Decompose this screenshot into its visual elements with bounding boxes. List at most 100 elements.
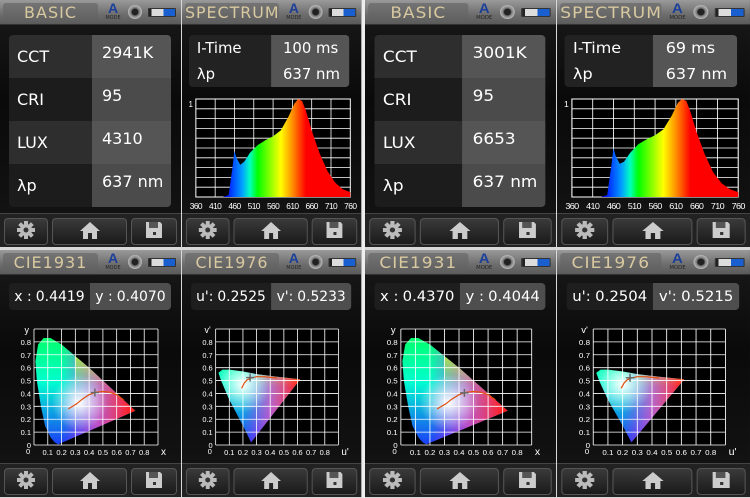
cie1931-chart: 00.10.10.20.20.30.30.40.40.50.50.60.60.7… xyxy=(21,325,166,458)
screen-tab-title[interactable]: CIE1931 xyxy=(368,253,469,273)
x-tick-label: 0.7 xyxy=(497,448,508,457)
y-tick-label: 0.5 xyxy=(21,377,31,386)
home-button[interactable] xyxy=(233,468,308,495)
battery-icon xyxy=(714,8,745,17)
screen-tab-title[interactable]: SPECTRUM xyxy=(560,3,662,23)
mode-label: MODE xyxy=(669,265,686,271)
mode-icon[interactable]: A MODE xyxy=(668,1,687,21)
settings-button[interactable] xyxy=(561,468,609,495)
device-screen-cie: CIE1931 A MODE x :0.4370 y :0.4044 0 0.1 0.1… xyxy=(365,250,556,497)
header-bar: CIE1976 A MODE xyxy=(182,250,362,275)
y-tick-label: 0.1 xyxy=(579,428,590,437)
row-value: 69 ms xyxy=(652,35,738,61)
mode-icon[interactable]: A MODE xyxy=(668,251,687,271)
save-button[interactable] xyxy=(696,218,746,245)
mode-icon[interactable]: A MODE xyxy=(104,1,122,21)
x-tick-label: 710 xyxy=(325,201,338,211)
row-label: I-Time xyxy=(188,35,272,61)
home-icon xyxy=(640,220,666,244)
table-row: λp 637 nm xyxy=(9,164,171,207)
x-tick-label: 0.4 xyxy=(646,448,658,457)
x-tick-label: 0.7 xyxy=(125,448,135,457)
bottom-toolbar xyxy=(365,463,556,497)
origin-label: 0 xyxy=(392,447,396,456)
x-tick-label: 0.2 xyxy=(424,448,435,457)
screen-tab-title[interactable]: SPECTRUM xyxy=(184,3,280,23)
row-label: I-Time xyxy=(564,35,653,61)
y-tick-label: 0.8 xyxy=(579,338,590,347)
x-tick-label: 660 xyxy=(306,201,319,211)
settings-button[interactable] xyxy=(369,218,416,245)
save-button[interactable] xyxy=(311,218,358,245)
mode-label: MODE xyxy=(476,15,493,21)
save-button[interactable] xyxy=(131,218,177,245)
y-tick-label: 0.8 xyxy=(21,338,31,347)
row-value: 637 nm xyxy=(652,61,738,87)
save-button[interactable] xyxy=(503,468,552,495)
mode-letter: A xyxy=(107,0,119,16)
coord-a-value: 0.4370 xyxy=(402,288,455,305)
row-value: 100 ms xyxy=(271,35,350,61)
y-tick-label: 0.4 xyxy=(202,389,212,398)
battery-icon xyxy=(148,8,176,17)
y-tick-label: 0.4 xyxy=(21,389,31,398)
mode-icon[interactable]: A MODE xyxy=(104,251,122,271)
x-tick-label: 0.4 xyxy=(84,448,94,457)
dial-icon xyxy=(128,5,142,19)
settings-button[interactable] xyxy=(369,468,416,495)
screen-tab-title[interactable]: CIE1976 xyxy=(184,253,280,273)
home-button[interactable] xyxy=(233,218,308,245)
settings-button[interactable] xyxy=(561,218,609,245)
screen-tab-title[interactable]: CIE1931 xyxy=(3,253,98,273)
home-button[interactable] xyxy=(52,218,127,245)
screen-tab-title[interactable]: BASIC xyxy=(368,3,469,23)
x-tick-label: 0.4 xyxy=(454,448,466,457)
settings-button[interactable] xyxy=(185,468,230,495)
row-label: CRI xyxy=(374,78,463,121)
mode-icon[interactable]: A MODE xyxy=(285,251,303,271)
home-button[interactable] xyxy=(419,468,499,495)
x-axis-label: u' xyxy=(729,447,737,458)
row-value: 2941K xyxy=(92,35,171,78)
screen-body: u': 0.2525 v': 0.5233 0 0.1 0.1 0.2 0.2 0.3 0.3 0.… xyxy=(182,275,362,463)
settings-button[interactable] xyxy=(4,218,48,245)
screen-tab-title[interactable]: BASIC xyxy=(3,3,98,23)
bottom-toolbar xyxy=(0,463,181,497)
x-tick-label: 0.1 xyxy=(602,448,613,457)
home-button[interactable] xyxy=(419,218,499,245)
table-row: CCT 3001K xyxy=(374,35,546,78)
gear-icon xyxy=(16,470,36,494)
home-button[interactable] xyxy=(612,218,693,245)
x-tick-label: 0.1 xyxy=(43,448,53,457)
mode-label: MODE xyxy=(476,265,493,271)
x-tick-label: 0.7 xyxy=(306,448,316,457)
table-row: λp 637 nm xyxy=(374,164,546,207)
spectrum-chart: 1 360 410 460 510 560 610 660 710 760 xyxy=(188,98,358,211)
coord-b-value: 0.4070 xyxy=(116,288,166,305)
origin-label: 0 xyxy=(208,447,212,456)
y-tick-label: 1 xyxy=(188,100,193,109)
y-tick-label: 0.5 xyxy=(579,377,590,386)
settings-button[interactable] xyxy=(185,218,230,245)
mode-icon[interactable]: A MODE xyxy=(475,251,494,271)
save-button[interactable] xyxy=(311,468,358,495)
mode-letter: A xyxy=(672,0,683,16)
mode-icon[interactable]: A MODE xyxy=(475,1,494,21)
x-tick-label: 0.6 xyxy=(292,448,302,457)
coord-b-label: v': xyxy=(658,288,677,305)
bottom-toolbar xyxy=(365,213,556,247)
y-axis-label: y xyxy=(25,325,30,335)
home-button[interactable] xyxy=(52,468,127,495)
dial-icon xyxy=(500,5,515,19)
settings-button[interactable] xyxy=(4,468,48,495)
y-tick-label: 0.8 xyxy=(202,338,212,347)
save-button[interactable] xyxy=(696,468,746,495)
row-label: LUX xyxy=(9,121,92,164)
home-button[interactable] xyxy=(612,468,693,495)
mode-icon[interactable]: A MODE xyxy=(285,1,303,21)
save-button[interactable] xyxy=(131,468,177,495)
screen-tab-title[interactable]: CIE1976 xyxy=(560,253,662,273)
save-icon xyxy=(325,220,345,244)
save-button[interactable] xyxy=(503,218,552,245)
x-tick-label: 0.8 xyxy=(139,448,149,457)
